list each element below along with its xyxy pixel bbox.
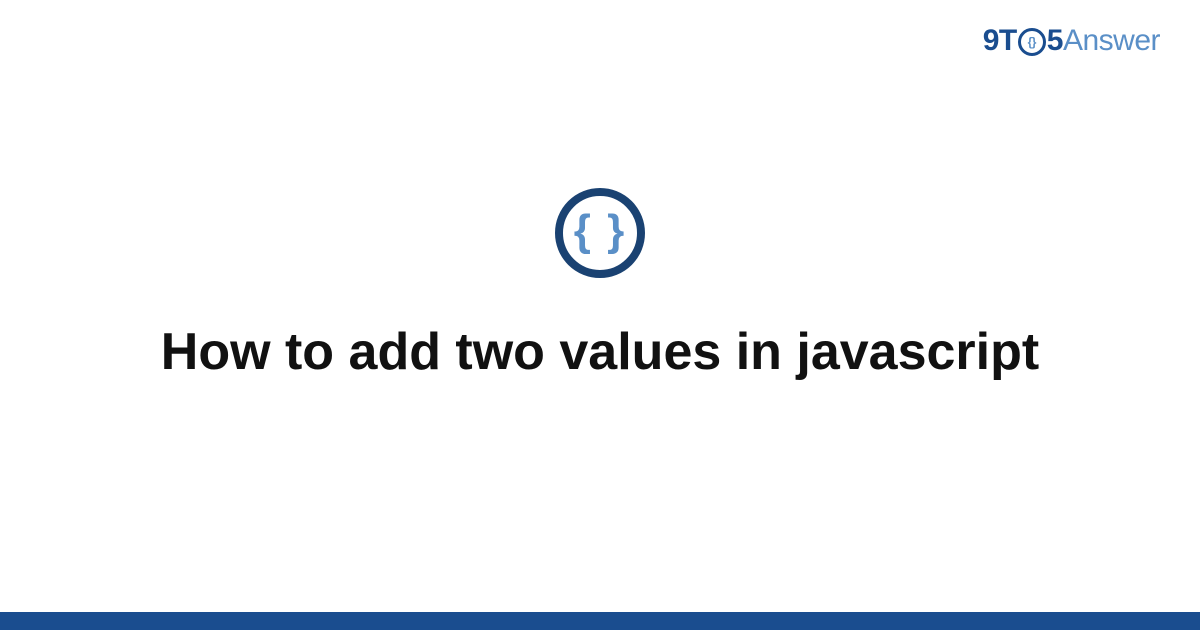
braces-glyph: { }: [574, 209, 626, 253]
page-title: How to add two values in javascript: [161, 320, 1039, 385]
code-braces-icon: { }: [555, 188, 645, 278]
footer-accent-bar: [0, 612, 1200, 630]
main-content: { } How to add two values in javascript: [0, 0, 1200, 612]
